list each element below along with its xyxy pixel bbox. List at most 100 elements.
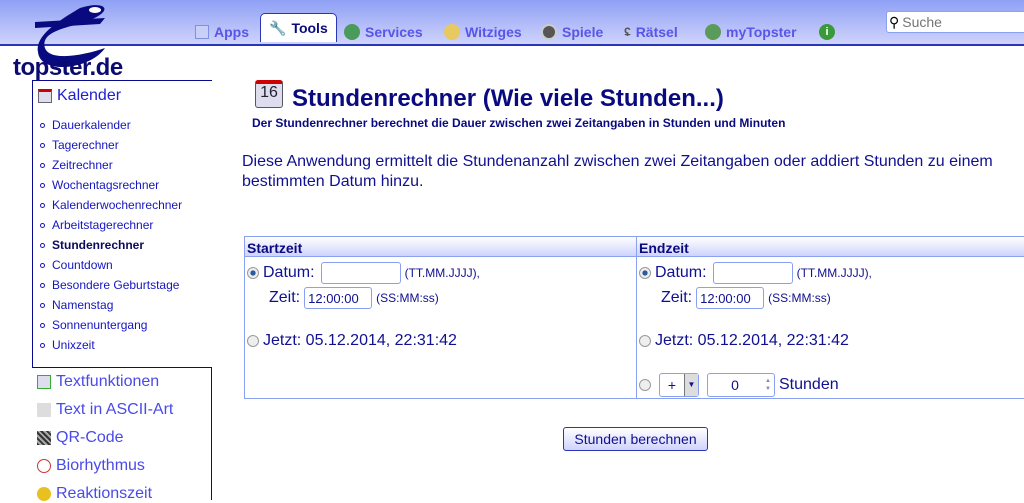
bullet-icon: [40, 142, 45, 148]
sidebar-item-textfunktionen[interactable]: Textfunktionen: [37, 373, 159, 391]
sidebar-item-label: Reaktionszeit: [56, 485, 153, 502]
tab-label: Witziges: [465, 23, 522, 40]
sidebar-item-sonnenuntergang[interactable]: Sonnenuntergang: [40, 318, 147, 332]
sidebar-item-label: Wochentagsrechner: [52, 178, 160, 192]
ascii-art-icon: [37, 403, 51, 417]
sidebar-item-countdown[interactable]: Countdown: [40, 258, 113, 272]
tab-raetsel[interactable]: ʢ Rätsel: [624, 19, 678, 44]
bullet-icon: [40, 242, 45, 248]
sidebar-item-besondere-geburtstage[interactable]: Besondere Geburtstage: [40, 278, 179, 292]
end-column: Endzeit Datum: (TT.MM.JJJJ), Zeit: (SS:MM:…: [636, 237, 1024, 398]
search-icon: ⚲: [889, 13, 900, 30]
sidebar-section-label: Kalender: [57, 87, 122, 104]
end-time-input[interactable]: [696, 287, 765, 309]
hours-value: 0: [731, 377, 739, 393]
site-logo[interactable]: topster.de: [13, 54, 123, 82]
hours-label: Stunden: [779, 376, 839, 393]
sidebar-item-label: QR-Code: [56, 429, 124, 446]
sidebar-item-label: Stundenrechner: [52, 238, 145, 252]
sidebar-item-zeitrechner[interactable]: Zeitrechner: [40, 158, 113, 172]
end-jetzt-radio[interactable]: [639, 335, 651, 347]
tab-apps[interactable]: Apps: [195, 19, 249, 44]
time-format-hint: (SS:MM:ss): [376, 291, 439, 305]
tab-mytopster[interactable]: myTopster: [705, 19, 797, 44]
bullet-icon: [40, 182, 45, 188]
puzzle-icon: ʢ: [624, 24, 631, 39]
calendar-icon: [38, 89, 52, 103]
tab-services[interactable]: Services: [344, 19, 423, 44]
time-form-table: Startzeit Datum: (TT.MM.JJJJ), Zeit: (SS:M…: [244, 236, 1024, 399]
bullet-icon: [40, 262, 45, 268]
sidebar-item-namenstag[interactable]: Namenstag: [40, 298, 113, 312]
bullet-icon: [40, 122, 45, 128]
sidebar-item-kalenderwochenrechner[interactable]: Kalenderwochenrechner: [40, 198, 182, 212]
sidebar-item-label: Tagerechner: [52, 138, 119, 152]
page-title: Stundenrechner (Wie viele Stunden...): [292, 85, 724, 112]
tab-tools[interactable]: 🔧 Tools: [260, 13, 337, 42]
sidebar-item-biorhythmus[interactable]: Biorhythmus: [37, 457, 145, 475]
sidebar-item-reaktionszeit[interactable]: Reaktionszeit: [37, 485, 152, 503]
start-jetzt-label: Jetzt: 05.12.2014, 22:31:42: [263, 332, 457, 349]
datum-label: Datum:: [655, 264, 707, 281]
wrench-icon: 🔧: [269, 19, 287, 36]
sidebar-item-ascii-art[interactable]: Text in ASCII-Art: [37, 401, 173, 419]
search-box[interactable]: ⚲: [886, 11, 1024, 33]
sidebar-section-kalender[interactable]: Kalender: [38, 87, 121, 105]
sidebar-item-label: Biorhythmus: [56, 457, 145, 474]
sidebar-item-wochentagsrechner[interactable]: Wochentagsrechner: [40, 178, 159, 192]
hours-stepper[interactable]: 0 ▲ ▼: [707, 373, 775, 397]
info-icon: i: [819, 23, 835, 40]
sidebar-item-label: Countdown: [52, 258, 113, 272]
tab-label: Tools: [291, 20, 328, 36]
end-datum-radio[interactable]: [639, 267, 651, 279]
start-date-input[interactable]: [320, 262, 401, 284]
sidebar-item-label: Besondere Geburtstage: [52, 278, 180, 292]
operator-select[interactable]: + ▼: [659, 373, 699, 397]
calendar-16-icon: 16: [255, 80, 283, 108]
start-time-input[interactable]: [304, 287, 373, 309]
sidebar-item-label: Textfunktionen: [56, 373, 160, 390]
zeit-label: Zeit:: [269, 289, 301, 306]
stopwatch-icon: [37, 487, 51, 501]
end-date-input[interactable]: [712, 262, 793, 284]
end-add-hours-radio[interactable]: [639, 379, 651, 391]
date-format-hint: (TT.MM.JJJJ),: [796, 266, 872, 280]
text-document-icon: [37, 375, 51, 389]
start-datum-radio[interactable]: [247, 267, 259, 279]
tab-label: Rätsel: [635, 23, 678, 40]
bullet-icon: [40, 162, 45, 168]
tab-spiele[interactable]: Spiele: [541, 19, 603, 44]
date-format-hint: (TT.MM.JJJJ),: [404, 266, 480, 280]
sidebar-item-label: Sonnenuntergang: [52, 318, 148, 332]
bullet-icon: [40, 302, 45, 308]
sidebar-item-tagerechner[interactable]: Tagerechner: [40, 138, 119, 152]
bullet-icon: [40, 342, 45, 348]
calculate-hours-button[interactable]: Stunden berechnen: [563, 427, 708, 451]
operator-value: +: [667, 377, 677, 393]
sidebar-item-unixzeit[interactable]: Unixzeit: [40, 338, 95, 352]
chevron-down-icon[interactable]: ▼: [684, 374, 698, 396]
info-button[interactable]: i: [819, 19, 835, 44]
sidebar-item-label: Unixzeit: [52, 338, 95, 352]
sidebar-item-label: Kalenderwochenrechner: [52, 198, 183, 212]
tab-witziges[interactable]: Witziges: [444, 19, 522, 44]
tab-label: Spiele: [562, 23, 604, 40]
apps-icon: [195, 24, 209, 39]
tab-label: Apps: [214, 23, 249, 40]
sidebar-item-dauerkalender[interactable]: Dauerkalender: [40, 118, 131, 132]
tab-label: Services: [365, 23, 423, 40]
bullet-icon: [40, 222, 45, 228]
zeit-label: Zeit:: [661, 289, 693, 306]
start-header: Startzeit: [245, 237, 636, 257]
sidebar-item-stundenrechner[interactable]: Stundenrechner: [40, 238, 144, 252]
sidebar-item-arbeitstagerechner[interactable]: Arbeitstagerechner: [40, 218, 153, 232]
sidebar-item-qr-code[interactable]: QR-Code: [37, 429, 124, 447]
intro-text: Diese Anwendung ermittelt die Stundenanz…: [242, 153, 993, 190]
sidebar-item-label: Dauerkalender: [52, 118, 131, 132]
smiley-icon: [444, 23, 460, 40]
start-jetzt-radio[interactable]: [247, 335, 259, 347]
spinner-arrows-icon[interactable]: ▲ ▼: [762, 377, 774, 393]
search-input[interactable]: [902, 14, 1013, 30]
sidebar-item-label: Arbeitstagerechner: [52, 218, 154, 232]
biorhythm-icon: [37, 459, 51, 473]
